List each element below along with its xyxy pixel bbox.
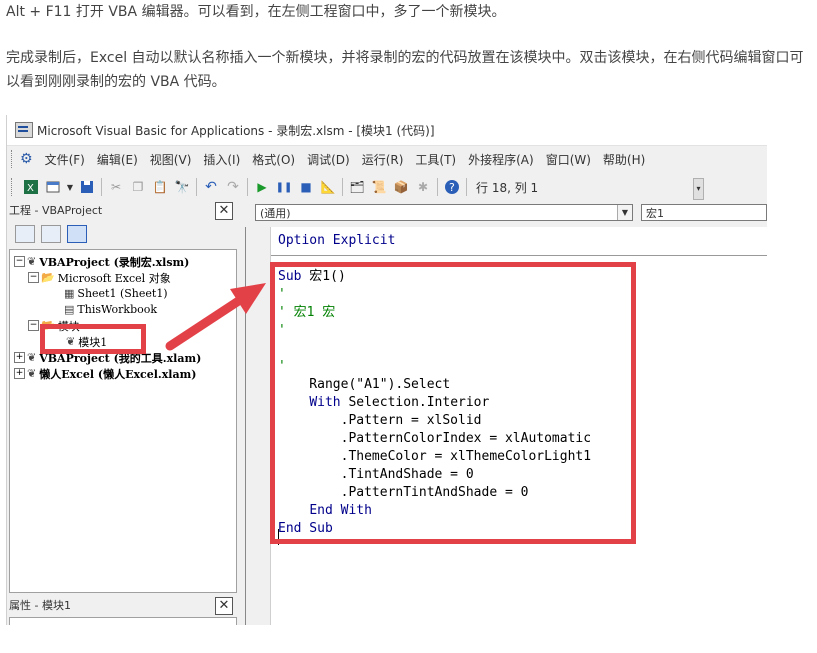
expand-icon[interactable]: + — [14, 352, 25, 363]
menu-addins[interactable]: 外接程序(A) — [468, 151, 534, 168]
project-pane-title: 工程 - VBAProject — [9, 204, 103, 217]
menu-debug[interactable]: 调试(D) — [307, 151, 350, 168]
toolbar-divider — [466, 178, 467, 196]
chevron-down-icon[interactable]: ▼ — [617, 205, 632, 220]
menu-edit[interactable]: 编辑(E) — [97, 151, 138, 168]
toolbar-divider — [342, 178, 343, 196]
vba-menu-icon[interactable]: ⚙ — [20, 151, 33, 167]
procedure-combo[interactable]: 宏1 — [641, 204, 767, 221]
help-icon[interactable]: ? — [443, 178, 461, 196]
menu-insert[interactable]: 插入(I) — [203, 151, 240, 168]
object-browser-icon[interactable]: 📦 — [392, 178, 410, 196]
chevron-down-icon[interactable]: ▼ — [66, 178, 74, 196]
procedure-separator — [271, 255, 767, 256]
toolbar-overflow-button[interactable]: ▾ — [693, 178, 704, 200]
object-combo[interactable]: (通用) ▼ — [255, 204, 633, 221]
project-tree: − ❦ VBAProject (录制宏.xlsm) − 📂 Microsoft … — [9, 249, 237, 593]
view-code-icon[interactable] — [15, 225, 35, 243]
expand-icon[interactable]: + — [14, 368, 25, 379]
tree-node-lazy-excel[interactable]: + ❦ 懒人Excel (懒人Excel.xlam) — [14, 366, 196, 381]
tree-node-vbaproject-recording[interactable]: − ❦ VBAProject (录制宏.xlsm) — [14, 254, 189, 269]
project-pane-header: 工程 - VBAProject — [9, 201, 235, 219]
redo-icon[interactable]: ↷ — [224, 178, 242, 196]
reset-icon[interactable]: ■ — [297, 178, 315, 196]
window-title: Microsoft Visual Basic for Applications … — [37, 123, 435, 138]
svg-text:?: ? — [449, 181, 455, 194]
title-bar: Microsoft Visual Basic for Applications … — [7, 115, 767, 146]
save-icon[interactable] — [78, 178, 96, 196]
menu-view[interactable]: 视图(V) — [150, 151, 192, 168]
article-paragraph-1: Alt + F11 打开 VBA 编辑器。可以看到，在左侧工程窗口中，多了一个新… — [6, 4, 506, 20]
undo-icon[interactable]: ↶ — [202, 178, 220, 196]
properties-icon[interactable]: 📜 — [370, 178, 388, 196]
paste-icon[interactable]: 📋 — [151, 178, 169, 196]
code-window-header: (通用) ▼ 宏1 — [245, 201, 767, 225]
toggle-folders-icon[interactable] — [67, 225, 87, 243]
article-paragraph-2: 完成录制后，Excel 自动以默认名称插入一个新模块，并将录制的宏的代码放置在该… — [6, 50, 804, 90]
menu-run[interactable]: 运行(R) — [362, 151, 404, 168]
toolbar-grip[interactable] — [11, 178, 16, 196]
menu-file[interactable]: 文件(F) — [45, 151, 85, 168]
menu-window[interactable]: 窗口(W) — [546, 151, 591, 168]
cursor-position-status: 行 18, 列 1 — [476, 180, 539, 195]
find-icon[interactable]: 🔭 — [173, 178, 191, 196]
module1-highlight-box — [40, 324, 146, 354]
copy-icon[interactable]: ❐ — [129, 178, 147, 196]
vbaproject-icon: ❦ — [27, 255, 37, 268]
tree-node-sheet1[interactable]: ▦ Sheet1 (Sheet1) — [64, 286, 168, 301]
collapse-icon[interactable]: − — [14, 256, 25, 267]
toolbox-icon[interactable]: ✱ — [414, 178, 432, 196]
project-pane-toolbar — [9, 220, 235, 248]
toolbar-divider — [437, 178, 438, 196]
properties-grid — [9, 617, 237, 625]
code-highlight-box — [270, 262, 636, 544]
properties-pane-title: 属性 - 模块1 — [9, 599, 71, 612]
menu-tools[interactable]: 工具(T) — [415, 151, 456, 168]
tree-node-thisworkbook[interactable]: ▤ ThisWorkbook — [64, 302, 157, 317]
design-mode-icon[interactable]: 📐 — [319, 178, 337, 196]
view-object-icon[interactable] — [41, 225, 61, 243]
vba-app-icon — [15, 122, 33, 138]
collapse-icon[interactable]: − — [28, 272, 39, 283]
properties-pane-header: 属性 - 模块1 — [9, 595, 235, 615]
svg-text:X: X — [27, 183, 34, 194]
menubar-grip[interactable] — [11, 150, 16, 168]
project-pane-close-button[interactable]: ✕ — [215, 202, 233, 220]
project-explorer-icon[interactable]: 🗂 — [348, 178, 366, 196]
run-icon[interactable]: ▶ — [253, 178, 271, 196]
toolbar-divider — [196, 178, 197, 196]
break-icon[interactable]: ❚❚ — [275, 178, 293, 196]
option-explicit-line[interactable]: Option Explicit — [278, 232, 395, 250]
toolbar-divider — [101, 178, 102, 196]
toolbar-divider — [247, 178, 248, 196]
menu-format[interactable]: 格式(O) — [252, 151, 295, 168]
vbaproject-icon: ❦ — [27, 367, 37, 380]
excel-icon[interactable]: X — [22, 178, 40, 196]
folder-icon: 📂 — [41, 271, 55, 284]
tree-node-excel-objects[interactable]: − 📂 Microsoft Excel 对象 — [28, 270, 171, 285]
vbaproject-icon: ❦ — [27, 351, 37, 364]
cut-icon[interactable]: ✂ — [107, 178, 125, 196]
standard-toolbar: X ▼ ✂ ❐ 📋 🔭 ↶ ↷ ▶ ❚❚ ■ 📐 🗂 📜 📦 ✱ ? 行 18,… — [7, 173, 707, 201]
insert-module-icon[interactable] — [44, 178, 62, 196]
worksheet-icon: ▦ — [64, 287, 75, 300]
collapse-icon[interactable]: − — [28, 320, 39, 331]
workbook-icon: ▤ — [64, 303, 75, 316]
menu-help[interactable]: 帮助(H) — [603, 151, 645, 168]
menu-bar: ⚙ 文件(F) 编辑(E) 视图(V) 插入(I) 格式(O) 调试(D) 运行… — [7, 146, 767, 172]
margin-indicator-bar[interactable] — [246, 227, 271, 625]
properties-pane-close-button[interactable]: ✕ — [215, 597, 233, 615]
